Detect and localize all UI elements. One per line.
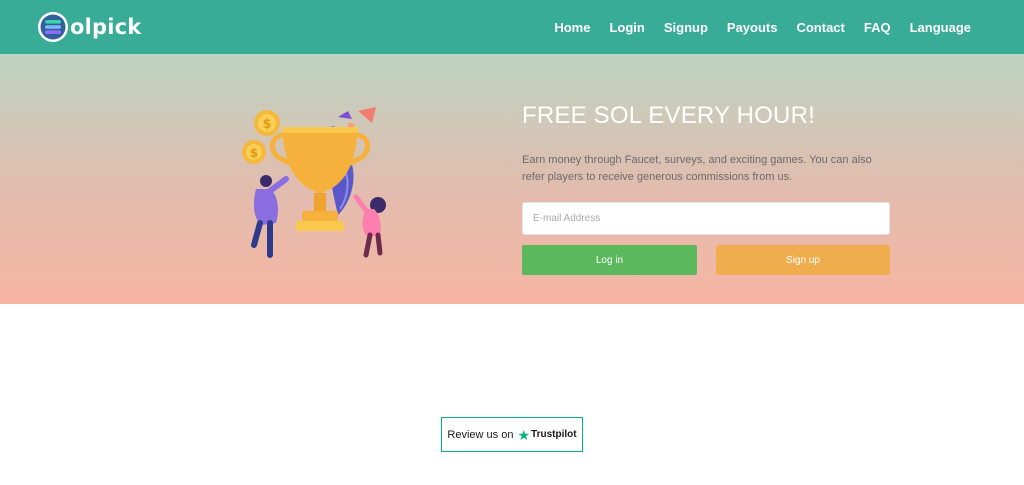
trustpilot-review-widget[interactable]: Review us on ★ Trustpilot — [441, 417, 583, 452]
main-nav: Home Login Signup Payouts Contact FAQ La… — [554, 0, 971, 54]
nav-signup[interactable]: Signup — [664, 20, 708, 35]
email-input[interactable] — [522, 202, 890, 235]
svg-text:$: $ — [262, 117, 271, 132]
hero-title: FREE SOL EVERY HOUR! — [522, 102, 815, 129]
signup-button[interactable]: Sign up — [716, 245, 890, 275]
nav-payouts[interactable]: Payouts — [727, 20, 778, 35]
trophy-celebration-illustration: $ $ — [242, 107, 386, 258]
login-button[interactable]: Log in — [522, 245, 697, 275]
site-logo[interactable]: olpick — [37, 10, 141, 44]
trustpilot-star-icon: ★ — [517, 426, 531, 443]
nav-contact[interactable]: Contact — [796, 20, 844, 35]
nav-language[interactable]: Language — [910, 20, 971, 35]
nav-home[interactable]: Home — [554, 20, 590, 35]
top-navbar: olpick Home Login Signup Payouts Contact… — [0, 0, 1024, 54]
logo-text: olpick — [70, 15, 142, 39]
nav-login[interactable]: Login — [609, 20, 644, 35]
hero-description: Earn money through Faucet, surveys, and … — [522, 154, 872, 183]
trustpilot-brand: Trustpilot — [531, 429, 577, 440]
nav-faq[interactable]: FAQ — [864, 20, 891, 35]
svg-text:$: $ — [250, 146, 258, 160]
solpick-s-icon — [38, 12, 68, 42]
trustpilot-review-text: Review us on — [447, 428, 514, 441]
